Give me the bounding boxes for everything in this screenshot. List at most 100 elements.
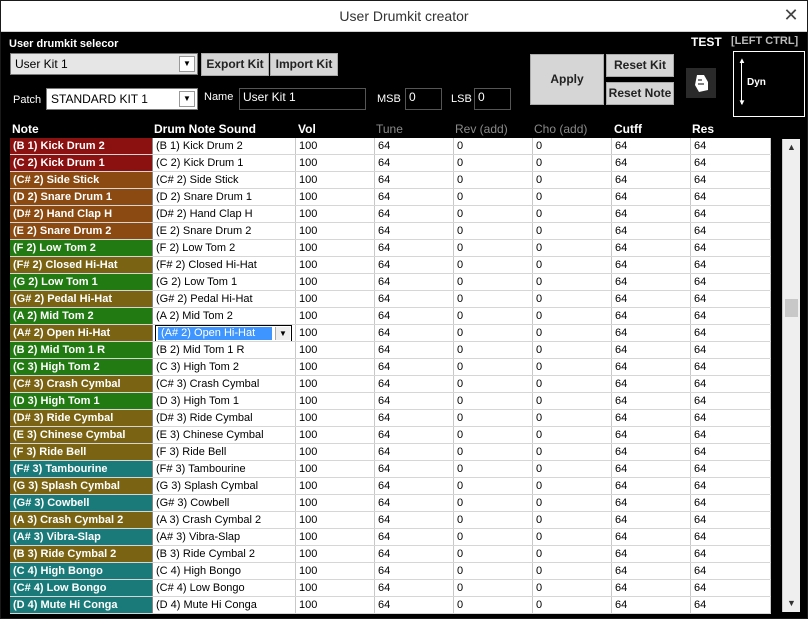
rev-cell[interactable]: 0: [454, 274, 533, 290]
tune-cell[interactable]: 64: [375, 223, 454, 239]
table-row[interactable]: (A 2) Mid Tom 2 (A 2) Mid Tom 2 100 64 0 0 64 6…: [10, 308, 771, 325]
cutoff-cell[interactable]: 64: [612, 274, 691, 290]
table-row[interactable]: (D 3) High Tom 1 (D 3) High Tom 1 100 64 0 0 6…: [10, 393, 771, 410]
import-kit-button[interactable]: Import Kit: [270, 53, 338, 76]
cho-cell[interactable]: 0: [533, 274, 612, 290]
cho-cell[interactable]: 0: [533, 461, 612, 477]
vol-cell[interactable]: 100: [296, 427, 375, 443]
cutoff-cell[interactable]: 64: [612, 342, 691, 358]
cho-cell[interactable]: 0: [533, 172, 612, 188]
sound-cell[interactable]: (C 2) Kick Drum 1: [153, 155, 296, 171]
vol-cell[interactable]: 100: [296, 376, 375, 392]
res-cell[interactable]: 64: [691, 359, 771, 375]
tune-cell[interactable]: 64: [375, 325, 454, 341]
res-cell[interactable]: 64: [691, 223, 771, 239]
vol-cell[interactable]: 100: [296, 308, 375, 324]
tune-cell[interactable]: 64: [375, 138, 454, 154]
vol-cell[interactable]: 100: [296, 461, 375, 477]
table-row[interactable]: (E 3) Chinese Cymbal (E 3) Chinese Cymbal…: [10, 427, 771, 444]
tune-cell[interactable]: 64: [375, 240, 454, 256]
tune-cell[interactable]: 64: [375, 512, 454, 528]
tune-cell[interactable]: 64: [375, 461, 454, 477]
rev-cell[interactable]: 0: [454, 325, 533, 341]
tune-cell[interactable]: 64: [375, 393, 454, 409]
cutoff-cell[interactable]: 64: [612, 376, 691, 392]
cutoff-cell[interactable]: 64: [612, 155, 691, 171]
sound-cell[interactable]: (C# 3) Crash Cymbal: [153, 376, 296, 392]
vol-cell[interactable]: 100: [296, 172, 375, 188]
tune-cell[interactable]: 64: [375, 546, 454, 562]
sound-cell[interactable]: (C# 4) Low Bongo: [153, 580, 296, 596]
vol-cell[interactable]: 100: [296, 512, 375, 528]
sound-cell[interactable]: (B 2) Mid Tom 1 R: [153, 342, 296, 358]
cho-cell[interactable]: 0: [533, 478, 612, 494]
res-cell[interactable]: 64: [691, 580, 771, 596]
apply-button[interactable]: Apply: [530, 54, 604, 105]
res-cell[interactable]: 64: [691, 138, 771, 154]
rev-cell[interactable]: 0: [454, 512, 533, 528]
cutoff-cell[interactable]: 64: [612, 308, 691, 324]
cho-cell[interactable]: 0: [533, 240, 612, 256]
cutoff-cell[interactable]: 64: [612, 189, 691, 205]
cutoff-cell[interactable]: 64: [612, 427, 691, 443]
drumkit-selector[interactable]: User Kit 1 ▼: [10, 53, 198, 75]
scroll-up-icon[interactable]: ▲: [783, 139, 800, 156]
table-row[interactable]: (C 3) High Tom 2 (C 3) High Tom 2 100 64 0 0 6…: [10, 359, 771, 376]
res-cell[interactable]: 64: [691, 172, 771, 188]
table-row[interactable]: (G# 2) Pedal Hi-Hat (G# 2) Pedal Hi-Hat 10…: [10, 291, 771, 308]
table-row[interactable]: (G 2) Low Tom 1 (G 2) Low Tom 1 100 64 0 0 64 6…: [10, 274, 771, 291]
cutoff-cell[interactable]: 64: [612, 240, 691, 256]
rev-cell[interactable]: 0: [454, 240, 533, 256]
cutoff-cell[interactable]: 64: [612, 257, 691, 273]
res-cell[interactable]: 64: [691, 206, 771, 222]
tune-cell[interactable]: 64: [375, 529, 454, 545]
res-cell[interactable]: 64: [691, 495, 771, 511]
table-row[interactable]: (A 3) Crash Cymbal 2 (A 3) Crash Cymbal 2…: [10, 512, 771, 529]
cutoff-cell[interactable]: 64: [612, 444, 691, 460]
sound-cell[interactable]: (F# 2) Closed Hi-Hat: [153, 257, 296, 273]
cho-cell[interactable]: 0: [533, 393, 612, 409]
rev-cell[interactable]: 0: [454, 172, 533, 188]
cho-cell[interactable]: 0: [533, 342, 612, 358]
sound-cell[interactable]: (G# 3) Cowbell: [153, 495, 296, 511]
table-row[interactable]: (C 4) High Bongo (C 4) High Bongo 100 64 0 0 6…: [10, 563, 771, 580]
scroll-down-icon[interactable]: ▼: [783, 595, 800, 612]
cho-cell[interactable]: 0: [533, 257, 612, 273]
kit-name-field[interactable]: User Kit 1: [239, 88, 366, 110]
cutoff-cell[interactable]: 64: [612, 359, 691, 375]
sound-cell[interactable]: (D 2) Snare Drum 1: [153, 189, 296, 205]
cho-cell[interactable]: 0: [533, 563, 612, 579]
tune-cell[interactable]: 64: [375, 206, 454, 222]
cutoff-cell[interactable]: 64: [612, 461, 691, 477]
cutoff-cell[interactable]: 64: [612, 478, 691, 494]
res-cell[interactable]: 64: [691, 342, 771, 358]
res-cell[interactable]: 64: [691, 427, 771, 443]
cho-cell[interactable]: 0: [533, 444, 612, 460]
table-row[interactable]: (D 4) Mute Hi Conga (D 4) Mute Hi Conga 10…: [10, 597, 771, 614]
cho-cell[interactable]: 0: [533, 155, 612, 171]
res-cell[interactable]: 64: [691, 478, 771, 494]
cutoff-cell[interactable]: 64: [612, 495, 691, 511]
vol-cell[interactable]: 100: [296, 342, 375, 358]
cho-cell[interactable]: 0: [533, 189, 612, 205]
cutoff-cell[interactable]: 64: [612, 410, 691, 426]
cho-cell[interactable]: 0: [533, 138, 612, 154]
vol-cell[interactable]: 100: [296, 291, 375, 307]
cutoff-cell[interactable]: 64: [612, 597, 691, 613]
res-cell[interactable]: 64: [691, 189, 771, 205]
sound-cell[interactable]: (A 2) Mid Tom 2: [153, 308, 296, 324]
cho-cell[interactable]: 0: [533, 529, 612, 545]
patch-selector[interactable]: STANDARD KIT 1 ▼: [46, 88, 198, 110]
vol-cell[interactable]: 100: [296, 478, 375, 494]
rev-cell[interactable]: 0: [454, 155, 533, 171]
table-row[interactable]: (D 2) Snare Drum 1 (D 2) Snare Drum 1 100 6…: [10, 189, 771, 206]
sound-cell[interactable]: (B 1) Kick Drum 2: [153, 138, 296, 154]
vol-cell[interactable]: 100: [296, 240, 375, 256]
vol-cell[interactable]: 100: [296, 393, 375, 409]
tune-cell[interactable]: 64: [375, 580, 454, 596]
tune-cell[interactable]: 64: [375, 495, 454, 511]
table-row[interactable]: (B 3) Ride Cymbal 2 (B 3) Ride Cymbal 2 10…: [10, 546, 771, 563]
table-row[interactable]: (D# 3) Ride Cymbal (D# 3) Ride Cymbal 100 6…: [10, 410, 771, 427]
tune-cell[interactable]: 64: [375, 189, 454, 205]
rev-cell[interactable]: 0: [454, 376, 533, 392]
